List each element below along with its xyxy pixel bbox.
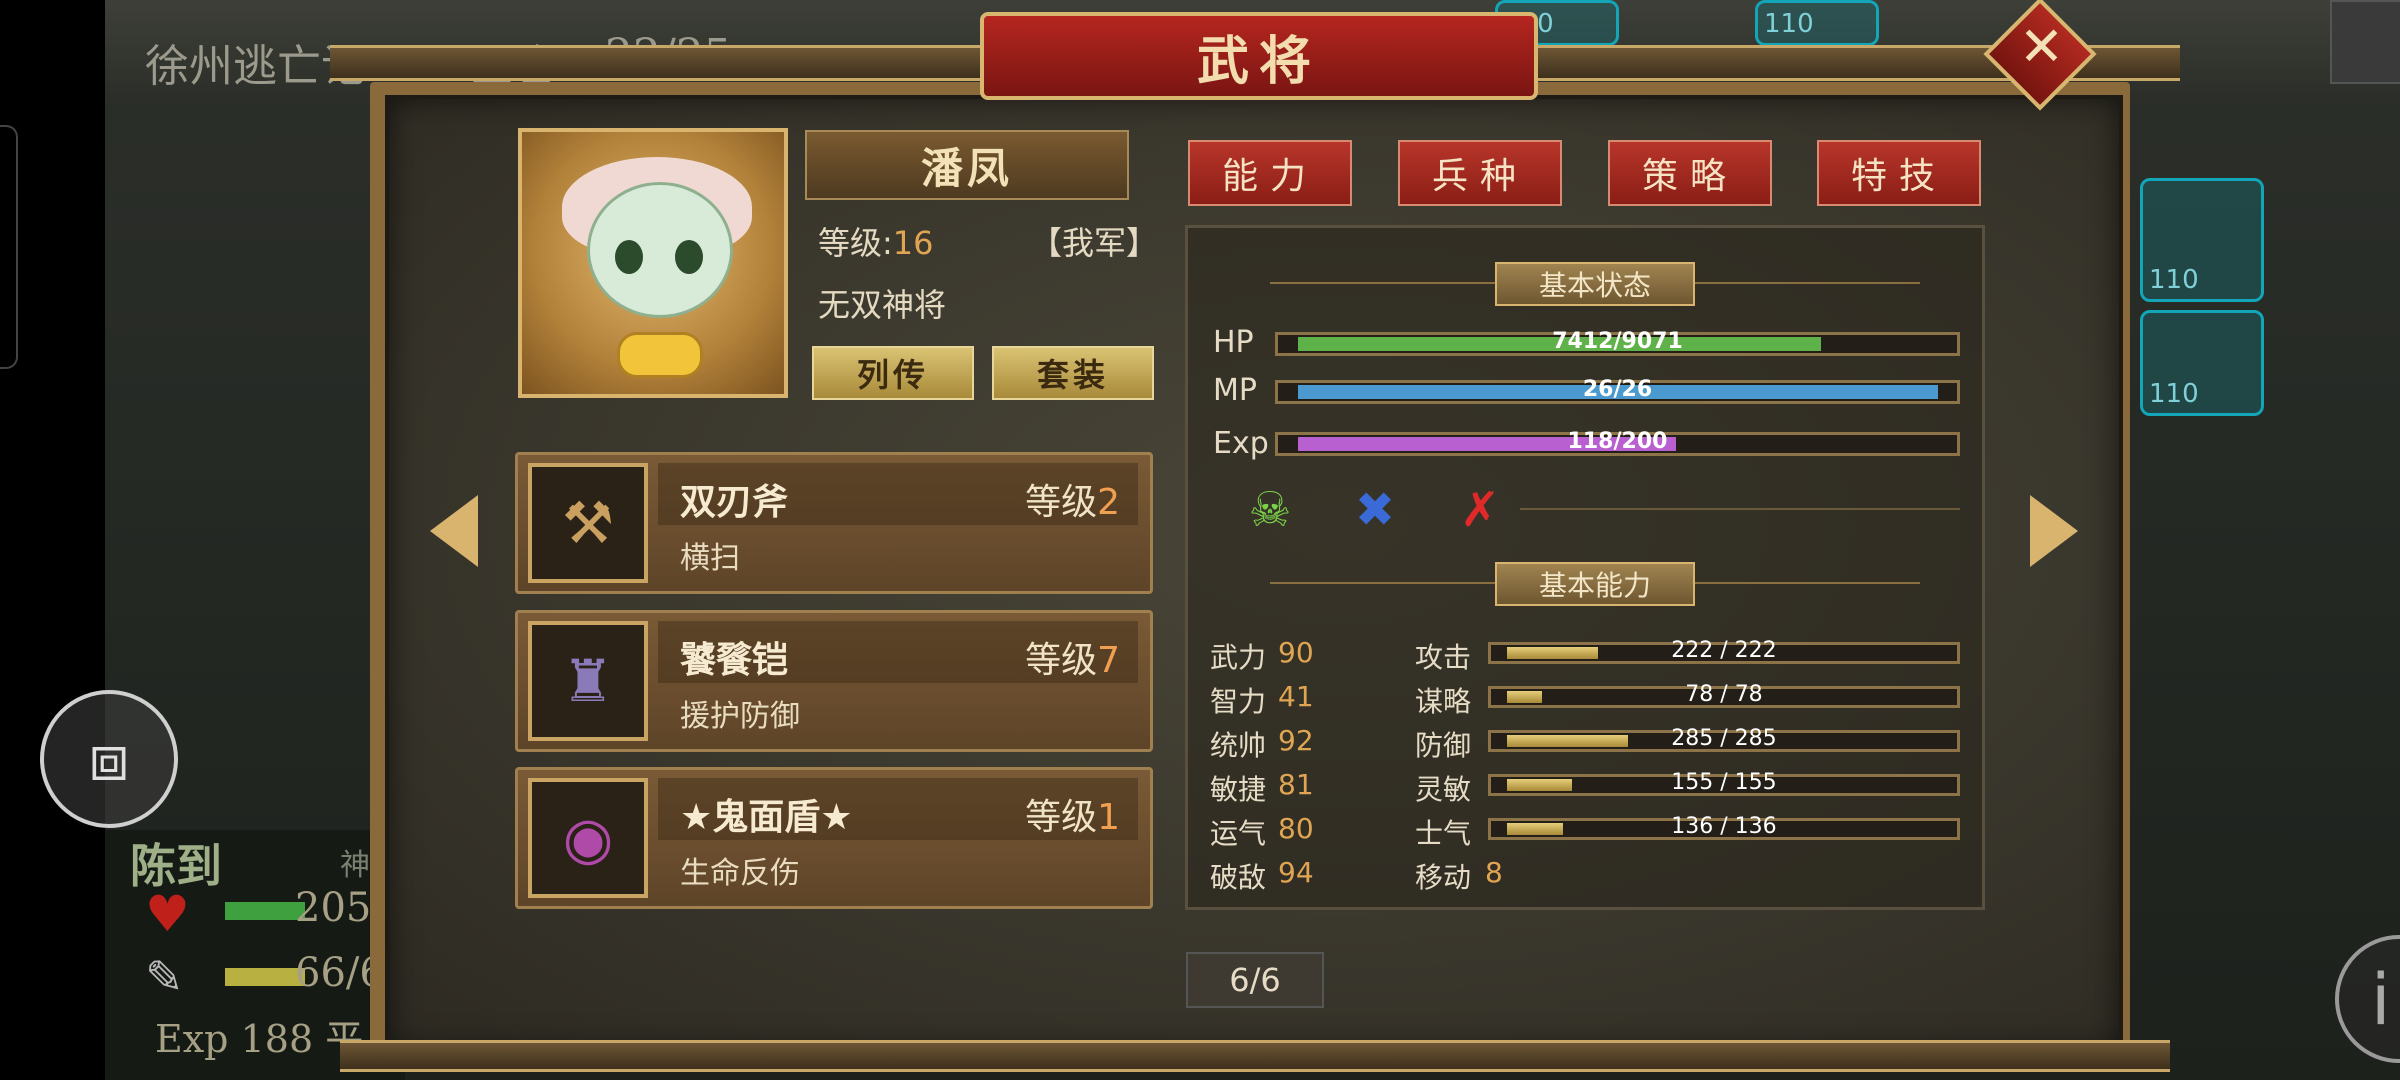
general-title: 无双神将 <box>818 286 947 324</box>
attr-value: 41 <box>1278 680 1314 713</box>
equipment-skill: 援护防御 <box>680 699 800 734</box>
equipment-card-weapon[interactable]: ⚒ 双刃斧 等级2 横扫 <box>515 452 1153 594</box>
basic-ability-title: 基本能力 <box>1495 562 1695 606</box>
mp-bar: 26/26 <box>1275 377 1960 404</box>
stat-bar: 285 / 285 <box>1488 726 1960 752</box>
menu-corner-icon[interactable] <box>2330 0 2400 84</box>
move-value: 8 <box>1485 856 1503 889</box>
stat-bar: 78 / 78 <box>1488 682 1960 708</box>
stat-value: 155 / 155 <box>1671 770 1777 795</box>
page-indicator: 6/6 <box>1186 952 1324 1008</box>
equipment-level: 等级1 <box>1025 797 1120 838</box>
hp-bar: 7412/9071 <box>1275 329 1960 356</box>
map-tile[interactable]: 110 <box>2140 178 2264 302</box>
attr-value: 80 <box>1278 812 1314 845</box>
stat-label: 攻击 <box>1415 641 1472 674</box>
attr-value: 94 <box>1278 856 1314 889</box>
attr-label: 武力 <box>1210 641 1267 674</box>
dialog-bottom-rail <box>340 1040 2170 1072</box>
equipment-skill: 生命反伤 <box>680 856 800 891</box>
divider <box>1270 582 1500 584</box>
attr-value: 92 <box>1278 724 1314 757</box>
prev-general-arrow-icon[interactable] <box>430 495 478 567</box>
stat-bar: 136 / 136 <box>1488 814 1960 840</box>
stat-label: 谋略 <box>1415 685 1472 718</box>
divider <box>1690 582 1920 584</box>
dialog-title: 武将 <box>1196 30 1321 92</box>
tab-ability[interactable]: 能力 <box>1188 140 1352 206</box>
equipment-set-button[interactable]: 套装 <box>992 346 1154 400</box>
next-general-arrow-icon[interactable] <box>2030 495 2078 567</box>
exp-bar: 118/200 <box>1275 429 1960 456</box>
heart-icon: ♥ <box>145 885 190 943</box>
poison-skull-icon[interactable]: ☠ <box>1240 480 1300 540</box>
equipment-level: 等级7 <box>1025 640 1120 681</box>
close-icon: ✕ <box>2018 14 2065 78</box>
stat-value: 78 / 78 <box>1685 682 1763 707</box>
general-portrait <box>518 128 788 398</box>
general-name-plate: 潘凤 <box>805 130 1129 200</box>
basic-status-title: 基本状态 <box>1495 262 1695 306</box>
portrait-eye <box>675 240 703 274</box>
mp-label: MP <box>1213 373 1257 408</box>
equipment-name: 饕餮铠 <box>680 640 789 681</box>
general-name: 潘凤 <box>920 143 1013 193</box>
attr-label: 破敌 <box>1210 861 1267 894</box>
equipment-card-accessory[interactable]: ◉ ★鬼面盾★ 等级1 生命反伤 <box>515 767 1153 909</box>
stat-bar: 222 / 222 <box>1488 638 1960 664</box>
divider <box>1520 508 1960 510</box>
stat-label: 士气 <box>1415 817 1472 850</box>
general-level: 等级:16 <box>818 224 934 262</box>
attr-label: 运气 <box>1210 817 1267 850</box>
exp-label: Exp <box>1213 426 1269 461</box>
move-label: 移动 <box>1415 861 1472 894</box>
gold-ingot-icon <box>617 332 703 378</box>
stat-value: 136 / 136 <box>1671 814 1777 839</box>
equipment-name: ★鬼面盾★ <box>680 797 853 838</box>
tab-skills[interactable]: 特技 <box>1817 140 1981 206</box>
hp-label: HP <box>1213 325 1254 360</box>
no-attack-icon[interactable]: ✗ <box>1450 480 1510 540</box>
unit-hp-bar <box>225 902 305 920</box>
axe-icon: ⚒ <box>528 463 648 583</box>
portrait-face <box>587 182 733 318</box>
divider <box>1270 282 1500 284</box>
hp-value: 7412/9071 <box>1552 329 1683 354</box>
stat-label: 防御 <box>1415 729 1472 762</box>
unit-mp-bar <box>225 968 305 986</box>
attr-label: 统帅 <box>1210 729 1267 762</box>
general-faction: 【我军】 <box>1030 224 1159 262</box>
divider <box>1690 282 1920 284</box>
unit-exp: Exp 188 平 <box>155 1017 364 1061</box>
tab-troops[interactable]: 兵种 <box>1398 140 1562 206</box>
seal-strategy-icon[interactable]: ✖ <box>1345 480 1405 540</box>
stat-value: 222 / 222 <box>1671 638 1777 663</box>
attr-value: 90 <box>1278 636 1314 669</box>
mp-value: 26/26 <box>1582 377 1653 402</box>
attr-label: 敏捷 <box>1210 773 1267 806</box>
stat-value: 285 / 285 <box>1671 726 1777 751</box>
biography-button[interactable]: 列传 <box>812 346 974 400</box>
shield-icon: ◉ <box>528 778 648 898</box>
portrait-eye <box>615 240 643 274</box>
stat-label: 灵敏 <box>1415 773 1472 806</box>
map-tile[interactable]: 110 <box>1755 0 1879 46</box>
attr-label: 智力 <box>1210 685 1267 718</box>
dialog-title-plate: 武将 <box>980 12 1538 100</box>
equipment-name: 双刃斧 <box>680 482 789 523</box>
cube-menu-button[interactable]: ⧈ <box>40 690 178 828</box>
armor-icon: ♜ <box>528 621 648 741</box>
equipment-level: 等级2 <box>1025 482 1120 523</box>
equipment-skill: 横扫 <box>680 541 740 576</box>
stat-bar: 155 / 155 <box>1488 770 1960 796</box>
equipment-card-armor[interactable]: ♜ 饕餮铠 等级7 援护防御 <box>515 610 1153 752</box>
side-drawer-handle[interactable] <box>0 125 18 369</box>
map-tile[interactable]: 110 <box>2140 310 2264 416</box>
exp-value: 118/200 <box>1567 429 1668 454</box>
feather-icon: ✎ <box>145 950 184 1004</box>
tab-strategy[interactable]: 策略 <box>1608 140 1772 206</box>
attr-value: 81 <box>1278 768 1314 801</box>
